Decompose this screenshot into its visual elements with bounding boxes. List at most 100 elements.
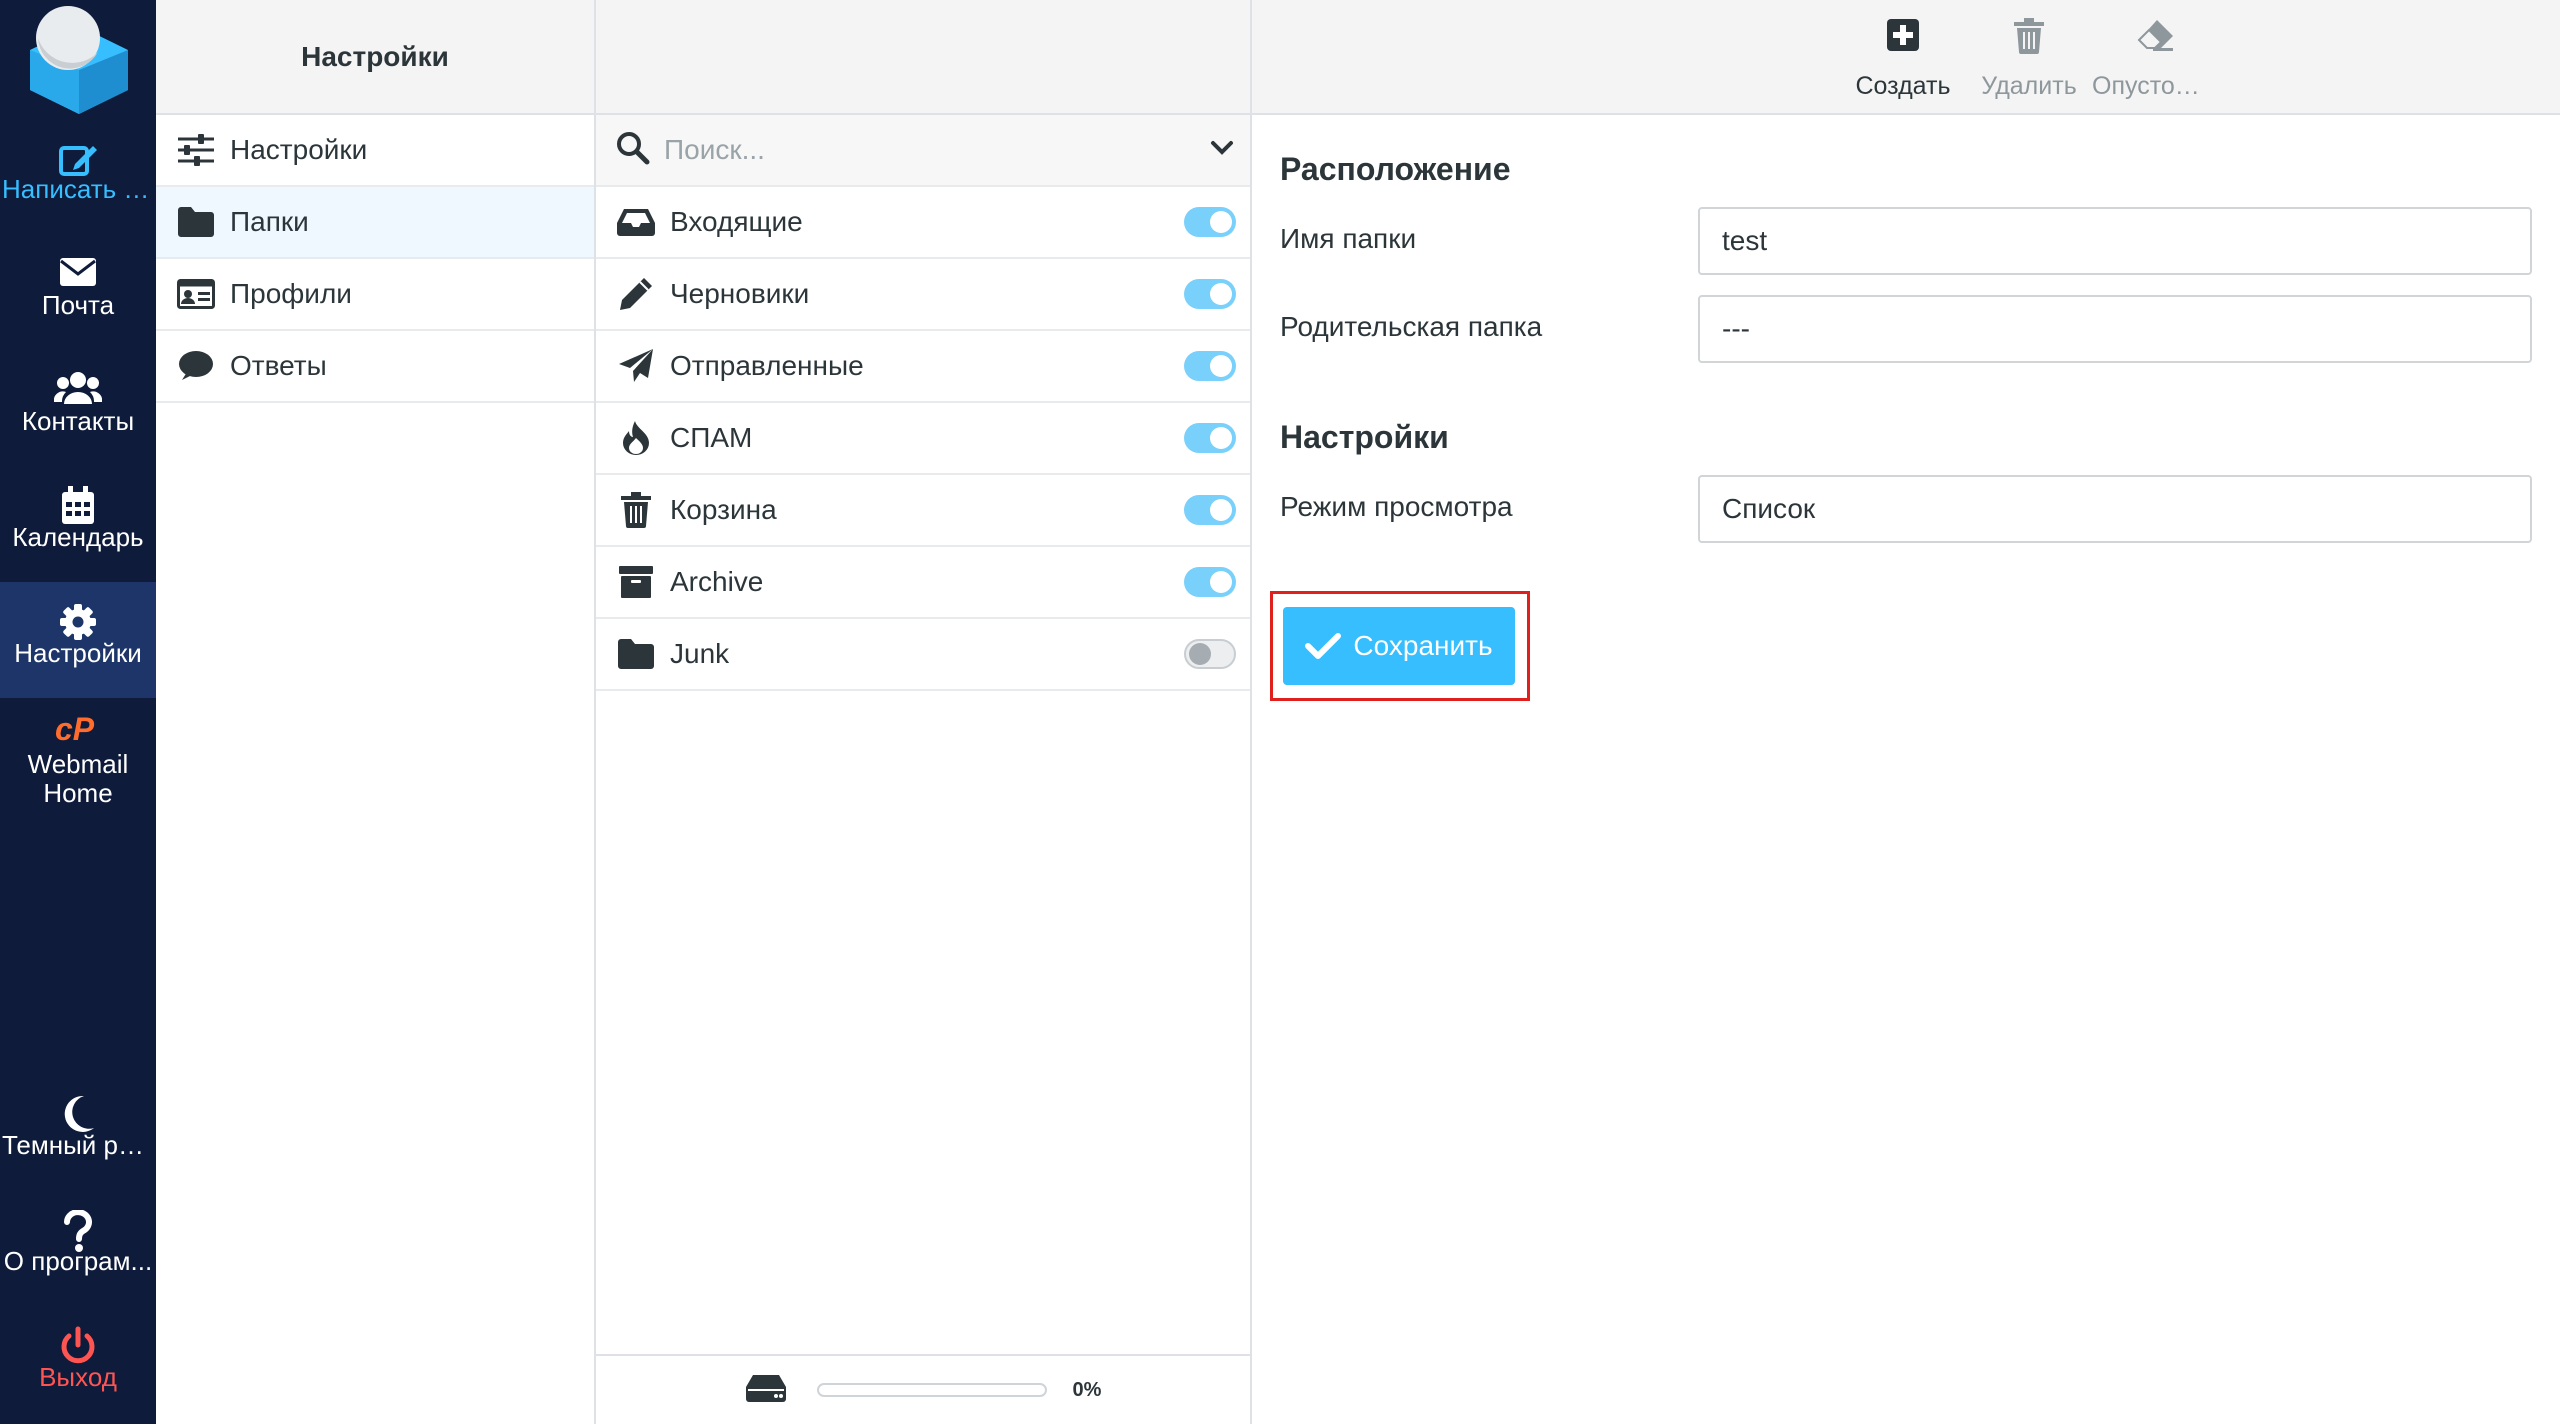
nav-mail[interactable]: Почта [0,234,156,350]
folders-column: Входящие Черновики Отправленные СПАМ [596,0,1252,1424]
settings-item-label: Ответы [230,350,327,381]
delete-folder-button[interactable]: Удалить [1966,0,2092,115]
nav-calendar[interactable]: Календарь [0,466,156,582]
envelope-icon [0,234,156,286]
folder-name: Отправленные [670,350,864,381]
nav-settings-label: Настройки [14,638,142,668]
create-folder-button[interactable]: Создать [1840,0,1966,115]
nav-mail-label: Почта [41,290,115,320]
folder-search-input[interactable] [664,120,1210,180]
moon-icon [0,1074,156,1132]
view-mode-label: Режим просмотра [1280,491,1513,522]
nav-calendar-label: Календарь [12,522,144,552]
nav-about-label: О програм... [3,1246,153,1276]
empty-folder-label: Опустоши... [2092,72,2218,100]
folder-row-spam[interactable]: СПАМ [596,403,1250,475]
folder-subscribe-toggle[interactable] [1184,423,1236,453]
save-button[interactable]: Сохранить [1283,607,1515,685]
main-nav: Написать с... Почта Контакты Календарь Н [0,0,156,1424]
nav-contacts-label: Контакты [21,406,135,436]
gear-icon [0,582,156,640]
nav-compose-label: Написать с... [2,174,156,204]
search-icon [616,131,650,170]
settings-item-folders[interactable]: Папки [156,187,594,259]
settings-item-responses[interactable]: Ответы [156,331,594,403]
settings-item-preferences[interactable]: Настройки [156,115,594,187]
settings-item-label: Профили [230,278,352,309]
nav-compose[interactable]: Написать с... [0,118,156,234]
fire-icon [614,418,658,458]
nav-logout[interactable]: Выход [0,1306,156,1422]
eraser-icon [2092,18,2218,60]
nav-dark-mode[interactable]: Темный ре... [0,1074,156,1190]
settings-column-title: Настройки [301,40,449,72]
folder-subscribe-toggle[interactable] [1184,279,1236,309]
folder-name: Junk [670,638,730,669]
nav-contacts[interactable]: Контакты [0,350,156,466]
empty-folder-button[interactable]: Опустоши... [2092,0,2218,115]
folder-name-input[interactable]: test [1698,207,2532,275]
settings-item-label: Папки [230,206,309,237]
folder-row-inbox[interactable]: Входящие [596,187,1250,259]
chevron-down-icon[interactable] [1210,140,1234,161]
save-button-label: Сохранить [1353,630,1493,661]
power-icon [0,1306,156,1364]
save-button-highlight: Сохранить [1270,591,1530,701]
sliders-icon [176,130,216,170]
folder-row-drafts[interactable]: Черновики [596,259,1250,331]
folder-subscribe-toggle[interactable] [1184,567,1236,597]
settings-column-header: Настройки [156,0,594,115]
plus-square-icon [1840,18,1966,60]
toolbar: Создать Удалить Опустоши... [1252,0,2560,115]
settings-section-title: Настройки [1280,419,1449,455]
nav-settings[interactable]: Настройки [0,582,156,698]
folders-column-header [596,0,1250,115]
settings-column: Настройки Настройки Папки Профили Ответы [156,0,596,1424]
id-card-icon [176,274,216,314]
view-mode-select[interactable]: Список [1698,475,2532,543]
quota-indicator: 0% [596,1354,1250,1424]
create-folder-label: Создать [1855,72,1951,100]
settings-item-label: Настройки [230,134,368,165]
compose-icon [0,118,156,176]
trash-icon [614,490,658,530]
nav-webmail-home-label: Webmail Home [27,750,129,808]
folder-subscribe-toggle[interactable] [1184,207,1236,237]
folder-search-bar [596,115,1250,187]
folder-row-trash[interactable]: Корзина [596,475,1250,547]
app: Написать с... Почта Контакты Календарь Н [0,0,2560,1424]
comment-icon [176,346,216,386]
folder-name-label: Имя папки [1280,223,1417,254]
quota-percent: 0% [1072,1378,1102,1401]
pencil-icon [614,274,658,314]
nav-dark-mode-label: Темный ре... [2,1130,155,1160]
folder-row-sent[interactable]: Отправленные [596,331,1250,403]
archive-icon [614,562,658,602]
folder-icon [176,202,216,242]
question-icon [0,1190,156,1252]
folder-icon [614,634,658,674]
hard-drive-icon [745,1373,787,1408]
trash-icon [1966,18,2092,60]
calendar-icon [0,466,156,524]
folder-row-junk[interactable]: Junk [596,619,1250,691]
paper-plane-icon [614,346,658,386]
inbox-icon [614,202,658,242]
settings-item-identities[interactable]: Профили [156,259,594,331]
folder-name: Archive [670,566,764,597]
delete-folder-label: Удалить [1981,72,2077,100]
folder-subscribe-toggle[interactable] [1184,639,1236,669]
nav-webmail-home[interactable]: cP Webmail Home [0,698,156,814]
svg-text:cP: cP [55,712,95,746]
roundcube-logo[interactable] [20,4,138,116]
parent-folder-label: Родительская папка [1280,311,1543,342]
folder-subscribe-toggle[interactable] [1184,351,1236,381]
folder-name: СПАМ [670,422,753,453]
parent-folder-select[interactable]: --- [1698,295,2532,363]
folder-row-archive[interactable]: Archive [596,547,1250,619]
nav-about[interactable]: О програм... [0,1190,156,1306]
folder-name: Черновики [670,278,810,309]
check-icon [1305,633,1342,659]
folder-subscribe-toggle[interactable] [1184,495,1236,525]
nav-logout-label: Выход [39,1362,117,1392]
